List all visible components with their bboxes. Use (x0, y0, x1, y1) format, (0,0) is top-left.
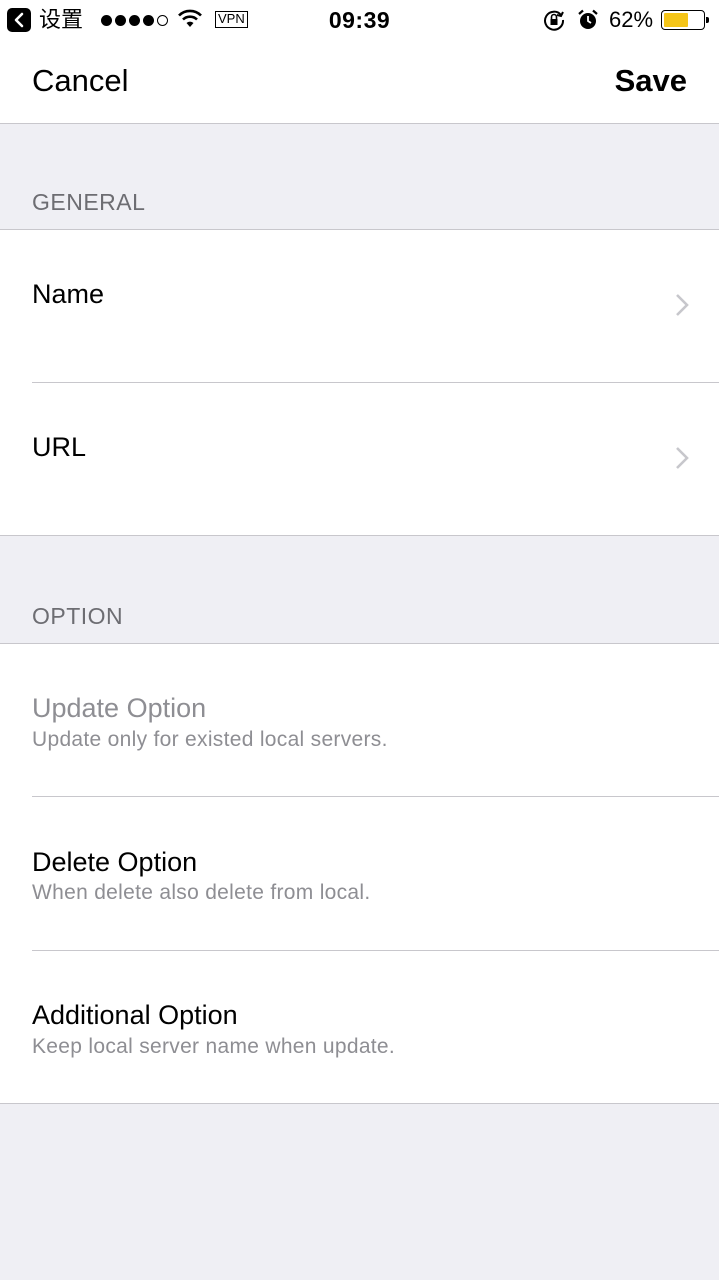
update-option-row[interactable]: Update Option Update only for existed lo… (0, 644, 719, 797)
update-option-title: Update Option (32, 693, 207, 723)
cancel-button[interactable]: Cancel (32, 62, 129, 100)
battery-icon (661, 10, 709, 30)
name-row-title: Name (32, 279, 105, 309)
status-bar: 设置 VPN 09:39 62% (0, 0, 719, 40)
additional-option-title: Additional Option (32, 1000, 238, 1030)
url-row[interactable]: URL (0, 383, 719, 535)
delete-option-subtitle: When delete also delete from local. (32, 881, 371, 904)
additional-option-row[interactable]: Additional Option Keep local server name… (0, 951, 719, 1103)
chevron-right-icon (676, 447, 689, 469)
update-option-subtitle: Update only for existed local servers. (32, 728, 388, 751)
option-group: Update Option Update only for existed lo… (0, 643, 719, 1104)
chevron-right-icon (676, 294, 689, 316)
section-header-option: OPTION (32, 603, 124, 629)
save-button[interactable]: Save (615, 62, 687, 100)
general-group: Name URL (0, 229, 719, 536)
alarm-icon (578, 9, 598, 29)
section-header-general: GENERAL (32, 189, 146, 215)
navigation-bar: Cancel Save (0, 40, 719, 124)
rotation-lock-icon (544, 10, 565, 31)
delete-option-title: Delete Option (32, 847, 198, 877)
name-row[interactable]: Name (0, 230, 719, 383)
battery-percent: 62% (609, 7, 654, 32)
delete-option-row[interactable]: Delete Option When delete also delete fr… (0, 797, 719, 951)
additional-option-subtitle: Keep local server name when update. (32, 1035, 396, 1058)
url-row-title: URL (32, 432, 87, 462)
